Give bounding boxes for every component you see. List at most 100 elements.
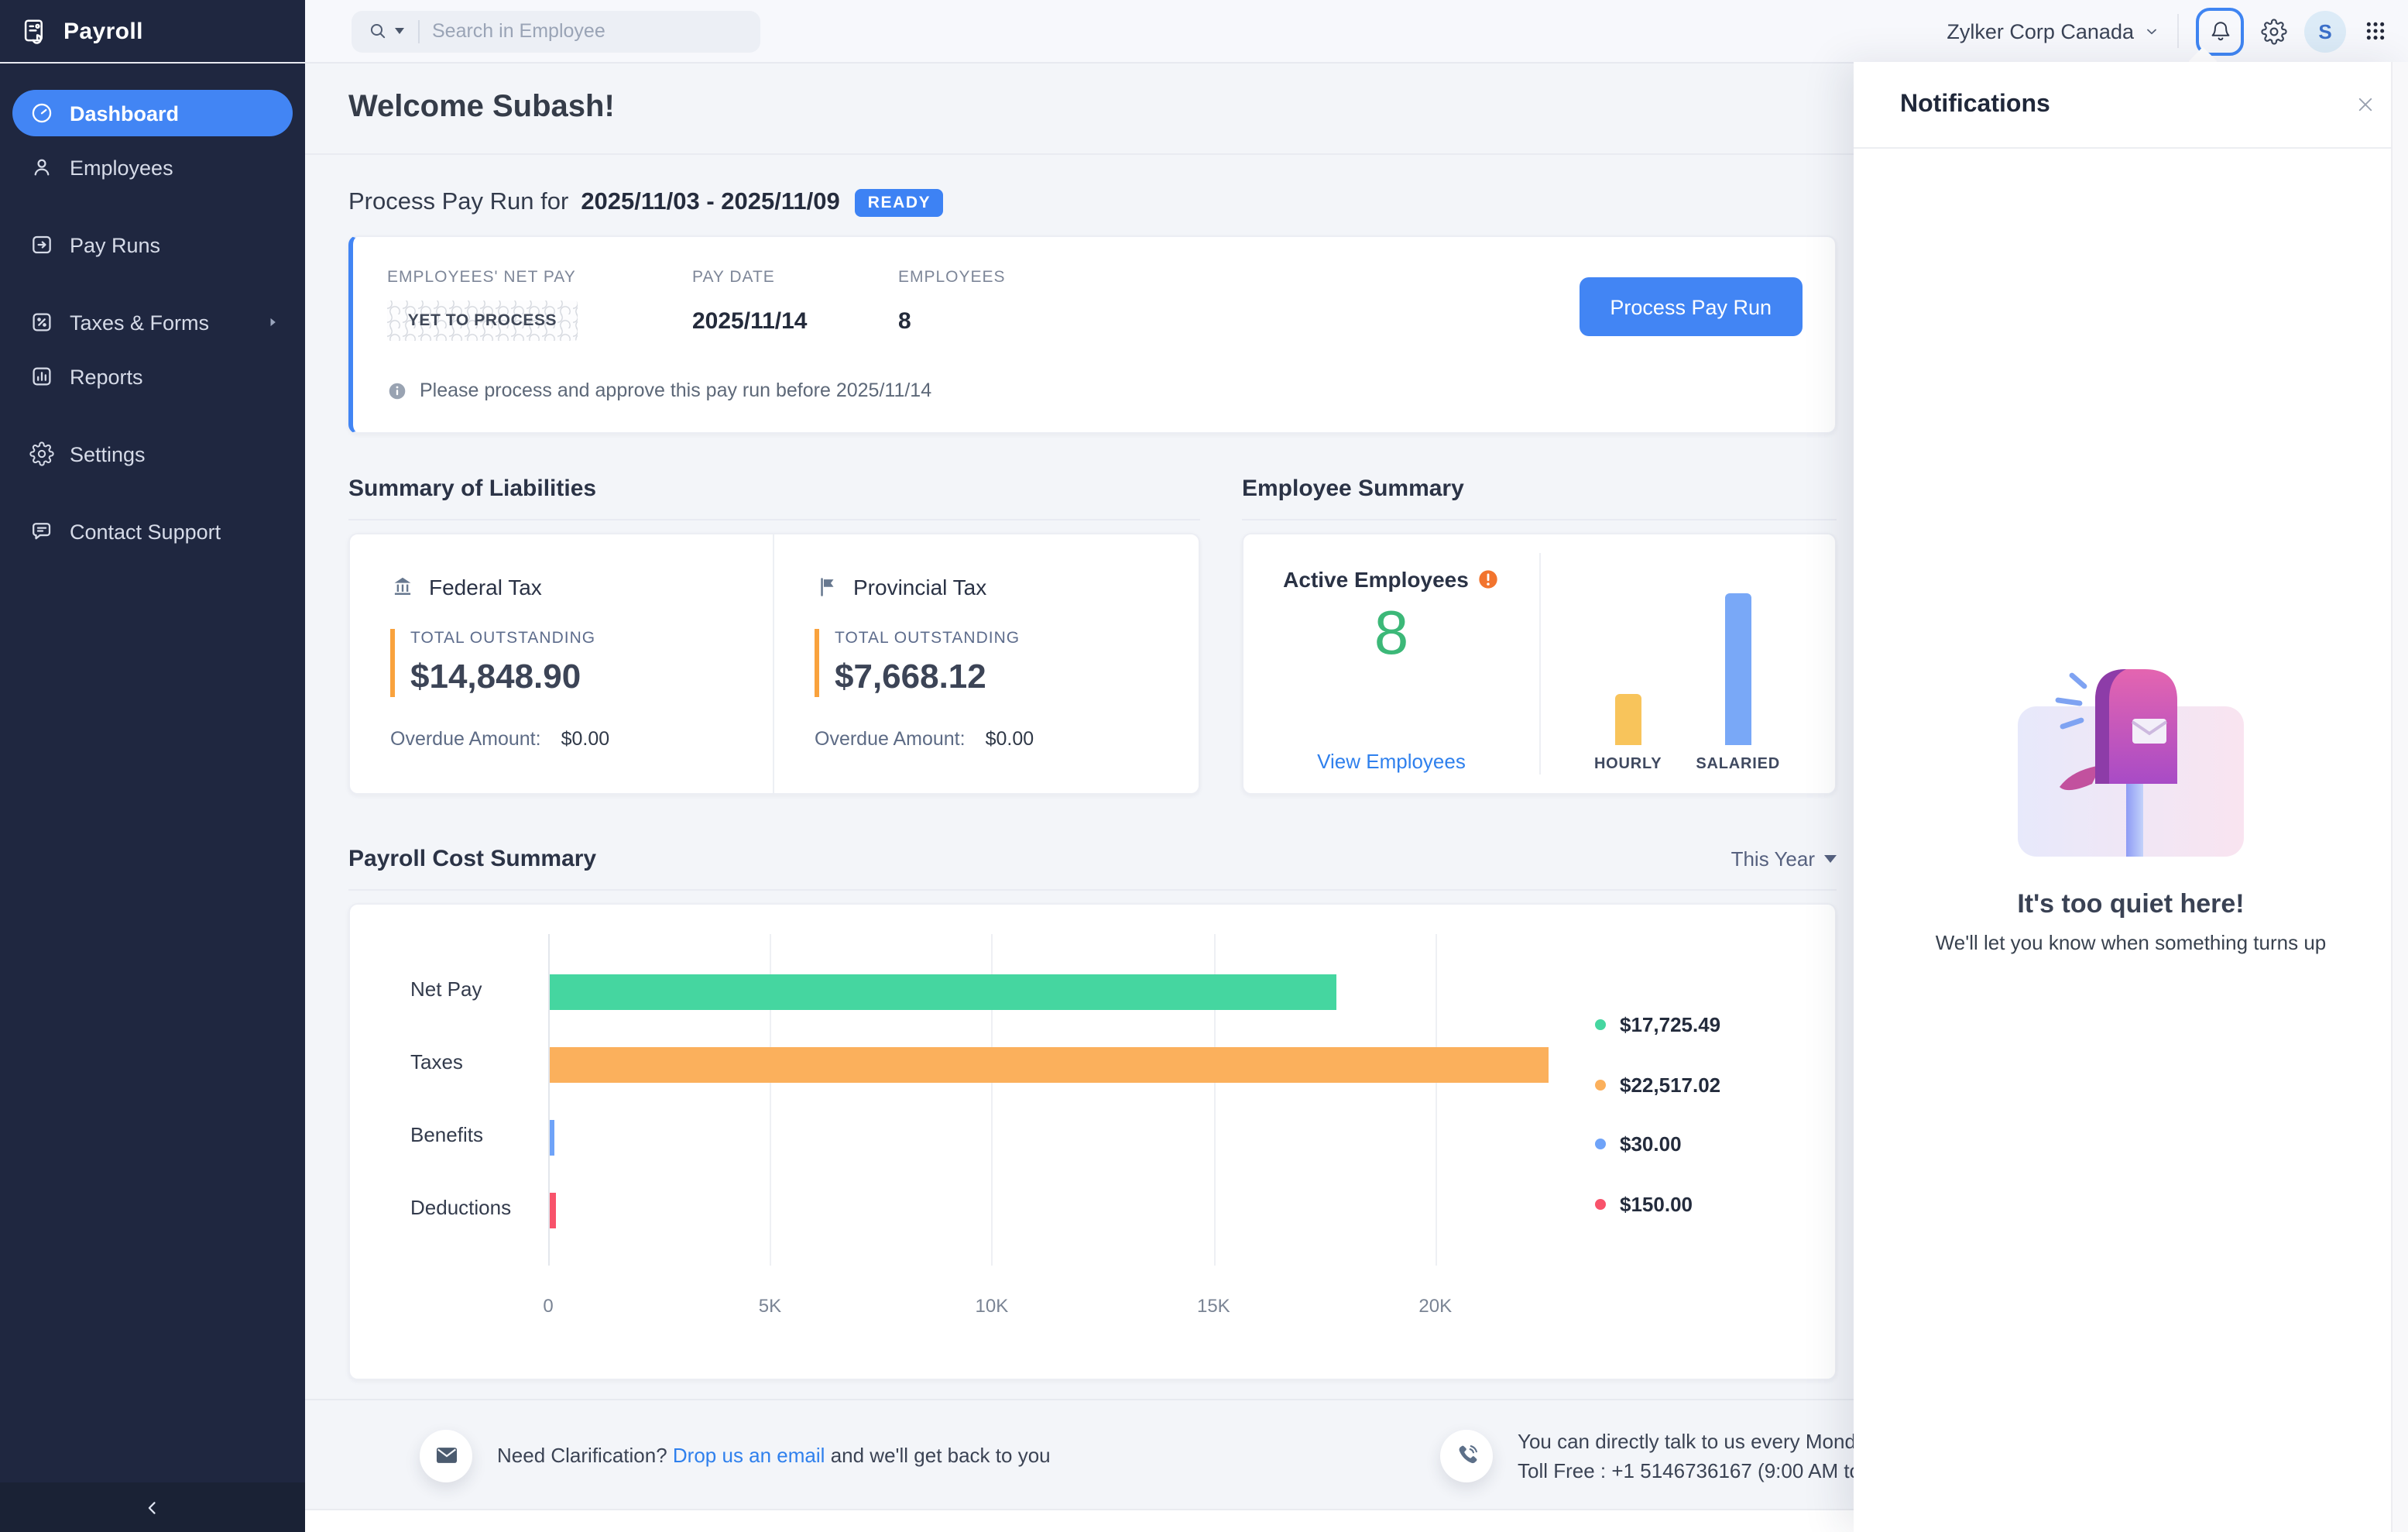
- mini-bar-label: HOURLY: [1594, 756, 1662, 773]
- payrun-title: Process Pay Run for: [348, 189, 568, 217]
- email-text-suffix: and we'll get back to you: [825, 1444, 1050, 1467]
- legend-dot: [1595, 1079, 1606, 1090]
- chevron-left-icon: [142, 1497, 163, 1517]
- pay-runs-icon: [29, 232, 54, 257]
- page-title: Welcome Subash!: [348, 90, 615, 125]
- chevron-down-icon: [2143, 22, 2160, 40]
- dashboard-icon: [29, 101, 54, 125]
- payrun-field-label: EMPLOYEES' NET PAY: [387, 268, 692, 287]
- phone-text-line1: You can directly talk to us every Monday…: [1518, 1426, 1905, 1455]
- cost-summary-title: Payroll Cost Summary: [348, 846, 596, 872]
- chart-bar: [1615, 694, 1641, 745]
- payrun-section: Process Pay Run for 2025/11/03 - 2025/11…: [348, 189, 1837, 434]
- period-dropdown[interactable]: This Year: [1731, 847, 1837, 871]
- bell-icon: [2207, 19, 2232, 43]
- email-support-text: Need Clarification? Drop us an email and…: [497, 1444, 1051, 1467]
- taxes-forms-icon: [29, 310, 54, 335]
- liabilities-title: Summary of Liabilities: [348, 476, 1200, 520]
- payrun-field-employees-net-pay: EMPLOYEES' NET PAY YET TO PROCESS: [387, 268, 692, 341]
- sidebar-item-label: Pay Runs: [70, 233, 160, 256]
- liabilities-column: Summary of Liabilities Federal Tax TOTAL …: [348, 476, 1200, 795]
- bank-icon: [390, 575, 415, 599]
- close-notifications-button[interactable]: [2348, 87, 2383, 122]
- sidebar-item-dashboard[interactable]: Dashboard: [12, 90, 293, 136]
- app-title: Payroll: [63, 18, 143, 44]
- liability-name: Federal Tax: [429, 575, 542, 599]
- sidebar-item-employees[interactable]: Employees: [12, 144, 293, 191]
- empty-state-title: It's too quiet here!: [1854, 889, 2408, 920]
- notifications-title: Notifications: [1900, 91, 2050, 119]
- search-divider: [418, 19, 420, 43]
- employee-summary-card: Active Employees 8 View Employees HOURLY…: [1242, 533, 1837, 795]
- topbar-right: Zylker Corp Canada S: [1947, 7, 2408, 55]
- phone-icon: [1453, 1442, 1480, 1468]
- employees-icon: [29, 155, 54, 180]
- x-tick-label: 5K: [759, 1295, 781, 1317]
- avatar-initial: S: [2318, 19, 2331, 43]
- legend-item-taxes: $22,517.02: [1595, 1073, 1720, 1096]
- sidebar-item-taxes-forms[interactable]: Taxes & Forms: [12, 299, 293, 345]
- scrollbar-track[interactable]: [2391, 62, 2408, 1532]
- drop-email-link[interactable]: Drop us an email: [673, 1444, 825, 1467]
- metric-amount: $14,848.90: [410, 657, 736, 697]
- search-icon[interactable]: [367, 20, 389, 42]
- metric-label: TOTAL OUTSTANDING: [410, 629, 736, 647]
- overdue-value: $0.00: [986, 728, 1034, 750]
- cost-summary-head: Payroll Cost Summary This Year: [348, 846, 1837, 891]
- sidebar-item-settings[interactable]: Settings: [12, 431, 293, 477]
- warning-icon[interactable]: [1478, 568, 1500, 590]
- payrun-field-value: YET TO PROCESS: [387, 301, 578, 341]
- payrun-field-value: 2025/11/14: [692, 308, 898, 335]
- email-icon-circle: [420, 1429, 472, 1482]
- phone-text-line2: Toll Free : +1 5146736167 (9:00 AM to 6:…: [1518, 1455, 1905, 1485]
- employee-summary-title: Employee Summary: [1242, 476, 1837, 520]
- avatar[interactable]: S: [2304, 10, 2346, 52]
- global-search[interactable]: [352, 10, 760, 52]
- mailbox-illustration: [2015, 660, 2247, 877]
- liability-metric: TOTAL OUTSTANDING$7,668.12: [815, 629, 1161, 697]
- liability-name: Provincial Tax: [853, 575, 986, 599]
- cost-summary-section: Payroll Cost Summary This Year 05K10K15K…: [348, 846, 1837, 1380]
- email-support-item: Need Clarification? Drop us an email and…: [420, 1429, 1051, 1482]
- view-employees-link[interactable]: View Employees: [1317, 750, 1466, 773]
- legend-value: $22,517.02: [1620, 1073, 1720, 1096]
- app-logo: Payroll: [0, 0, 305, 62]
- overdue-value: $0.00: [561, 728, 610, 750]
- liability-metric: TOTAL OUTSTANDING $14,848.90: [390, 629, 736, 697]
- summary-section: Summary of Liabilities Federal Tax TOTAL …: [348, 476, 1837, 795]
- sidebar-item-label: Contact Support: [70, 520, 221, 543]
- payrun-card: EMPLOYEES' NET PAY YET TO PROCESS PAY DATE…: [348, 235, 1837, 434]
- overdue-row: Overdue Amount:$0.00: [815, 728, 1161, 750]
- payrun-note: Please process and approve this pay run …: [420, 380, 931, 401]
- app-root: Payroll Zylker Corp Canada S: [0, 0, 2408, 1532]
- payrun-field-label: PAY DATE: [692, 268, 898, 287]
- settings-button[interactable]: [2261, 18, 2287, 44]
- mini-bar-label: SALARIED: [1696, 756, 1780, 773]
- active-employees-count: 8: [1374, 598, 1409, 669]
- liability-title-row: Provincial Tax: [815, 575, 1161, 599]
- search-input[interactable]: [432, 20, 695, 42]
- empty-state-subtitle: We'll let you know when something turns …: [1854, 931, 2408, 954]
- sidebar-item-contact-support[interactable]: Contact Support: [12, 508, 293, 555]
- notifications-panel: Notifications: [1854, 62, 2408, 1532]
- active-employees-label-row: Active Employees: [1283, 567, 1500, 592]
- search-scope-caret-icon[interactable]: [395, 28, 404, 34]
- liability-card-federal-tax: Federal TaxTOTAL OUTSTANDING$14,848.90Ov…: [350, 534, 774, 793]
- chart-bar-net-pay: [550, 974, 1336, 1009]
- sidebar-item-reports[interactable]: Reports: [12, 353, 293, 400]
- liability-title-row: Federal Tax: [390, 575, 736, 599]
- payrun-status-badge: READY: [856, 189, 944, 217]
- payrun-note-row: Please process and approve this pay run …: [387, 380, 931, 401]
- phone-icon-circle: [1440, 1429, 1493, 1482]
- sidebar-item-pay-runs[interactable]: Pay Runs: [12, 222, 293, 268]
- payroll-cost-chart: 05K10K15K20KNet Pay$17,725.49Taxes$22,51…: [348, 903, 1837, 1380]
- org-selector[interactable]: Zylker Corp Canada: [1947, 19, 2160, 43]
- process-payrun-button[interactable]: Process Pay Run: [1579, 277, 1803, 336]
- apps-grid-button[interactable]: [2363, 19, 2388, 43]
- sidebar-item-label: Employees: [70, 156, 173, 179]
- sidebar-collapse-button[interactable]: [0, 1482, 305, 1532]
- payrun-title-row: Process Pay Run for 2025/11/03 - 2025/11…: [348, 189, 1837, 217]
- legend-value: $150.00: [1620, 1193, 1693, 1216]
- payrun-field-value: 8: [898, 308, 1006, 335]
- org-name: Zylker Corp Canada: [1947, 19, 2134, 43]
